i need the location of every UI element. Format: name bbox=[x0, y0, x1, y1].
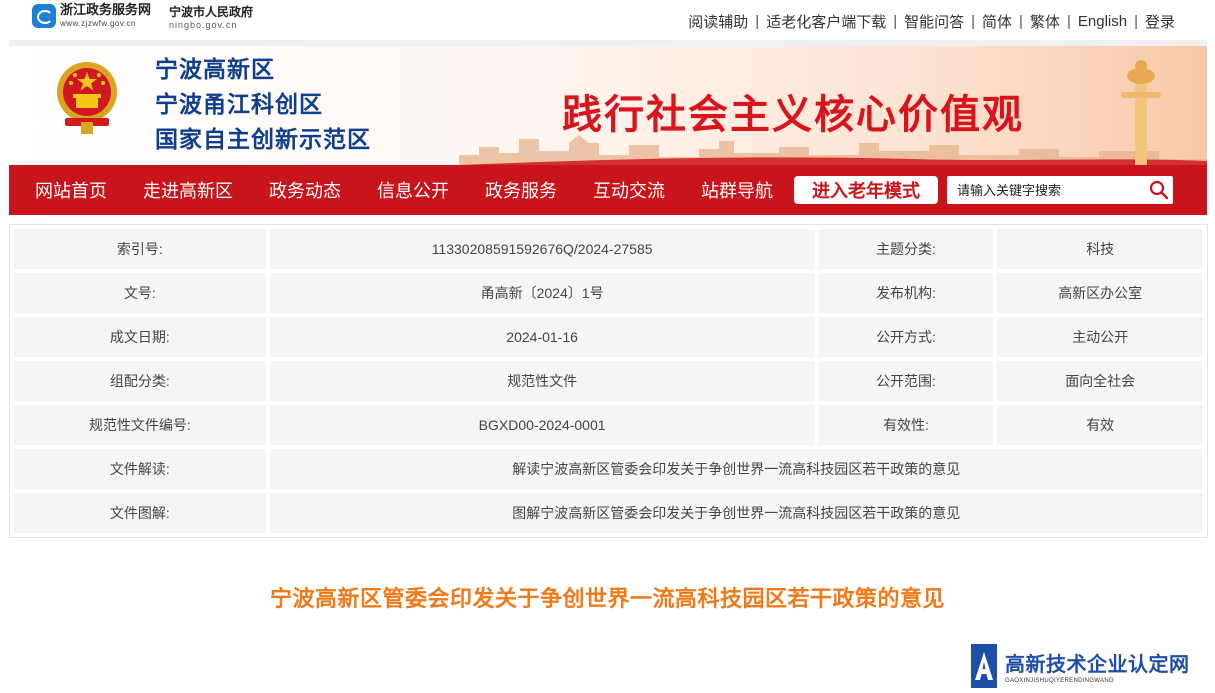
table-row: 索引号: 11330208591592676Q/2024-27585 主题分类:… bbox=[12, 227, 1205, 271]
main-nav: 网站首页 走进高新区 政务动态 信息公开 政务服务 互动交流 站群导航 进入老年… bbox=[9, 165, 1207, 215]
ningbo-gov-logo[interactable]: 宁波市人民政府 ningbo.gov.cn bbox=[169, 6, 253, 30]
method-label: 公开方式: bbox=[818, 317, 994, 357]
document-title: 宁波高新区管委会印发关于争创世界一流高科技园区若干政策的意见 bbox=[269, 586, 945, 611]
publisher-label: 发布机构: bbox=[818, 273, 994, 313]
scope-label: 公开范围: bbox=[818, 361, 994, 401]
document-info-table: 索引号: 11330208591592676Q/2024-27585 主题分类:… bbox=[9, 224, 1208, 538]
table-row: 成文日期: 2024-01-16 公开方式: 主动公开 bbox=[12, 315, 1205, 359]
site-name-line: 国家自主创新示范区 bbox=[155, 126, 371, 152]
scope-value: 面向全社会 bbox=[997, 361, 1204, 401]
zjzwfw-icon bbox=[32, 4, 56, 28]
date-label: 成文日期: bbox=[14, 317, 266, 357]
table-row: 组配分类: 规范性文件 公开范围: 面向全社会 bbox=[12, 359, 1205, 403]
zjzwfw-url: www.zjzwfw.gov.cn bbox=[60, 19, 136, 28]
search-box bbox=[947, 176, 1173, 204]
link-simplified[interactable]: 简体 bbox=[982, 11, 1012, 32]
group-value: 规范性文件 bbox=[269, 361, 815, 401]
docno-label: 文号: bbox=[14, 273, 266, 313]
topic-value: 科技 bbox=[997, 229, 1204, 269]
nav-item-interaction[interactable]: 互动交流 bbox=[593, 177, 665, 203]
nav-item-about[interactable]: 走进高新区 bbox=[143, 177, 233, 203]
search-icon[interactable] bbox=[1149, 180, 1169, 200]
link-smart-qa[interactable]: 智能问答 bbox=[904, 11, 964, 32]
site-names: 宁波高新区 宁波甬江科创区 国家自主创新示范区 bbox=[155, 52, 371, 157]
zjzwfw-name: 浙江政务服务网 bbox=[60, 3, 152, 18]
regno-label: 规范性文件编号: bbox=[14, 405, 266, 445]
elder-mode-button[interactable]: 进入老年模式 bbox=[794, 176, 938, 204]
banner-top-stripe bbox=[9, 40, 1207, 46]
link-english[interactable]: English bbox=[1078, 13, 1127, 30]
nav-item-info-disclosure[interactable]: 信息公开 bbox=[377, 177, 449, 203]
watermark: 高新技术企业认定网 GAOXINJISHUQIYERENDINGWANG bbox=[967, 642, 1190, 690]
divider: | bbox=[1066, 13, 1071, 30]
divider: | bbox=[971, 13, 976, 30]
table-row: 规范性文件编号: BGXD00-2024-0001 有效性: 有效 bbox=[12, 403, 1205, 447]
nav-item-services[interactable]: 政务服务 bbox=[485, 177, 557, 203]
method-value: 主动公开 bbox=[997, 317, 1204, 357]
topic-label: 主题分类: bbox=[818, 229, 994, 269]
validity-value: 有效 bbox=[997, 405, 1204, 445]
index-label: 索引号: bbox=[14, 229, 266, 269]
table-row: 文号: 甬高新〔2024〕1号 发布机构: 高新区办公室 bbox=[12, 271, 1205, 315]
date-value: 2024-01-16 bbox=[269, 317, 815, 357]
site-name-line: 宁波高新区 bbox=[155, 56, 275, 82]
nav-item-home[interactable]: 网站首页 bbox=[35, 177, 107, 203]
table-row: 文件图解: 图解宁波高新区管委会印发关于争创世界一流高科技园区若干政策的意见 bbox=[12, 491, 1205, 535]
zjzwfw-logo[interactable]: 浙江政务服务网 www.zjzwfw.gov.cn bbox=[32, 4, 151, 28]
nav-item-site-navigation[interactable]: 站群导航 bbox=[701, 177, 773, 203]
docno-value: 甬高新〔2024〕1号 bbox=[269, 273, 815, 313]
link-elderly-client-download[interactable]: 适老化客户端下载 bbox=[766, 11, 886, 32]
link-login[interactable]: 登录 bbox=[1145, 11, 1175, 32]
top-bar: 浙江政务服务网 www.zjzwfw.gov.cn 宁波市人民政府 ningbo… bbox=[0, 0, 1215, 40]
link-reading-assist[interactable]: 阅读辅助 bbox=[688, 11, 748, 32]
top-links: 阅读辅助 | 适老化客户端下载 | 智能问答 | 简体 | 繁体 | Engli… bbox=[688, 11, 1175, 32]
link-traditional[interactable]: 繁体 bbox=[1030, 11, 1060, 32]
interpret-label: 文件解读: bbox=[14, 449, 266, 489]
interpret-link[interactable]: 解读宁波高新区管委会印发关于争创世界一流高科技园区若干政策的意见 bbox=[269, 449, 1203, 489]
site-name-line: 宁波甬江科创区 bbox=[155, 91, 323, 117]
table-row: 文件解读: 解读宁波高新区管委会印发关于争创世界一流高科技园区若干政策的意见 bbox=[12, 447, 1205, 491]
site-banner: 宁波高新区 宁波甬江科创区 国家自主创新示范区 践行社会主义核心价值观 bbox=[9, 40, 1207, 165]
publisher-value: 高新区办公室 bbox=[997, 273, 1204, 313]
validity-label: 有效性: bbox=[818, 405, 994, 445]
watermark-name: 高新技术企业认定网 bbox=[1005, 654, 1190, 676]
graphic-link[interactable]: 图解宁波高新区管委会印发关于争创世界一流高科技园区若干政策的意见 bbox=[269, 493, 1203, 533]
ningbo-gov-name: 宁波市人民政府 bbox=[169, 5, 254, 19]
search-input[interactable] bbox=[947, 177, 1137, 203]
portal-logos: 浙江政务服务网 www.zjzwfw.gov.cn 宁波市人民政府 ningbo… bbox=[32, 4, 253, 30]
ningbo-gov-url: ningbo.gov.cn bbox=[169, 20, 238, 30]
index-value: 11330208591592676Q/2024-27585 bbox=[269, 229, 815, 269]
watermark-logo-icon bbox=[971, 644, 997, 688]
city-skyline-icon bbox=[459, 135, 1207, 165]
graphic-label: 文件图解: bbox=[14, 493, 266, 533]
divider: | bbox=[755, 13, 760, 30]
group-label: 组配分类: bbox=[14, 361, 266, 401]
divider: | bbox=[1019, 13, 1023, 30]
national-emblem-icon bbox=[57, 62, 117, 134]
divider: | bbox=[1134, 13, 1138, 30]
watermark-pinyin: GAOXINJISHUQIYERENDINGWANG bbox=[1005, 678, 1114, 684]
regno-value: BGXD00-2024-0001 bbox=[269, 405, 815, 445]
divider: | bbox=[893, 13, 898, 30]
huabiao-pillar-icon bbox=[1121, 60, 1161, 165]
nav-item-news[interactable]: 政务动态 bbox=[269, 177, 341, 203]
